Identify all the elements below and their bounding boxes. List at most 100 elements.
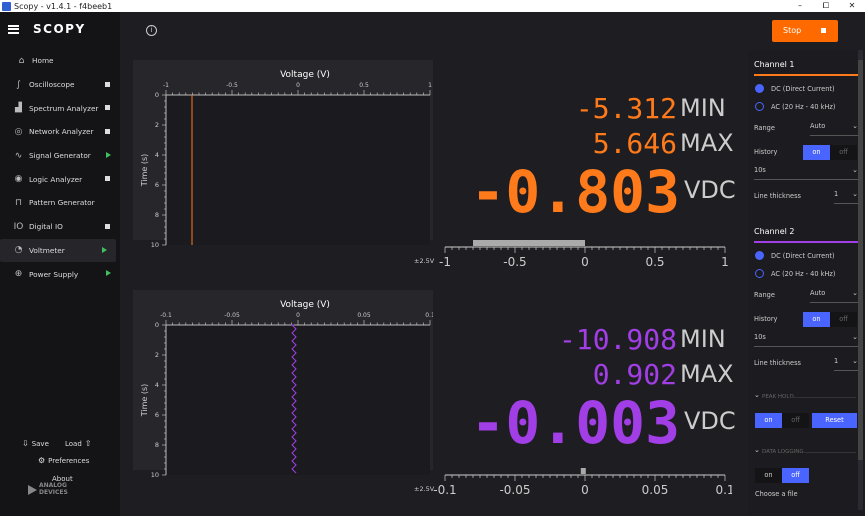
channel2-title-underline — [754, 241, 858, 243]
y-tick-label: 4 — [155, 381, 159, 389]
channel2-ac-label: AC (20 Hz - 40 kHz) — [771, 270, 836, 278]
channel1-history-select[interactable]: 10s ⌄ — [754, 166, 858, 178]
channel2-dc-radio[interactable] — [755, 251, 764, 260]
sidebar-item-pattern-generator[interactable]: ⊓ Pattern Generator — [0, 191, 120, 215]
thickness-underline — [834, 203, 858, 204]
logo-line-2: DEVICES — [39, 489, 68, 496]
channel1-thickness-select[interactable]: 1 ⌄ — [834, 190, 858, 202]
sidebar-item-home[interactable]: ⌂ Home — [0, 49, 120, 73]
scale-tick-label: 0.05 — [642, 483, 669, 497]
tool-stopped-icon — [105, 81, 110, 87]
tool-stopped-icon — [105, 129, 110, 135]
peak-hold-on[interactable]: on — [755, 413, 782, 428]
sidebar-item-logic-analyzer[interactable]: ◉ Logic Analyzer — [0, 167, 120, 191]
peak-hold-divider — [788, 397, 856, 398]
sidebar-item-label: Power Supply — [29, 269, 79, 279]
range-value: Auto — [810, 289, 826, 297]
channel1-ac-radio[interactable] — [755, 102, 764, 111]
sidebar-item-spectrum-analyzer[interactable]: ▟ Spectrum Analyzer — [0, 96, 120, 120]
x-tick-label: -0.1 — [160, 312, 172, 319]
channel1-dc-radio[interactable] — [755, 84, 764, 93]
chevron-down-icon[interactable]: ⌄ — [754, 446, 760, 454]
stop-button[interactable]: Stop — [772, 20, 838, 42]
sidebar-item-network-analyzer[interactable]: ◎ Network Analyzer — [0, 120, 120, 144]
data-logging-toggle[interactable]: on off — [755, 468, 809, 483]
channel2-thickness-label: Line thickness — [754, 359, 801, 367]
tool-nav: ⌂ Home ∫ Oscilloscope ▟ Spectrum Analyzer ◎ N… — [0, 49, 120, 286]
channel1-range-select[interactable]: Auto ⌄ — [810, 122, 858, 134]
max-label: MAX — [680, 360, 734, 388]
y-tick-label: 6 — [155, 411, 159, 419]
load-button[interactable]: Load ⇧ — [65, 439, 92, 448]
scale-tick-label: -0.05 — [499, 483, 530, 497]
app-icon — [2, 1, 11, 11]
pattern-generator-icon: ⊓ — [14, 197, 23, 208]
channel2-history-toggle[interactable]: on off — [803, 312, 857, 327]
close-icon[interactable]: ✕ — [839, 0, 865, 12]
hamburger-menu-icon[interactable] — [8, 24, 19, 34]
save-button[interactable]: ⇩ Save — [22, 439, 49, 448]
settings-scrollbar[interactable] — [858, 50, 863, 510]
maximize-icon[interactable]: ⧠ — [813, 0, 839, 12]
chevron-down-icon[interactable]: ⌄ — [754, 391, 760, 399]
sidebar-item-oscilloscope[interactable]: ∫ Oscilloscope — [0, 73, 120, 97]
channel2-history-select[interactable]: 10s ⌄ — [754, 333, 858, 345]
scrollbar-thumb[interactable] — [858, 60, 863, 460]
sidebar-item-label: Digital IO — [29, 222, 63, 232]
tool-stopped-icon — [105, 105, 110, 111]
window-title: Scopy - v1.4.1 - f4beeb1 — [14, 1, 113, 11]
network-analyzer-icon: ◎ — [14, 126, 23, 137]
minimize-icon[interactable]: – — [787, 0, 813, 12]
thickness-value: 1 — [834, 190, 839, 198]
sidebar-item-power-supply[interactable]: ⊕ Power Supply — [0, 262, 120, 286]
data-logging-on[interactable]: on — [755, 468, 782, 483]
channel2-ac-radio[interactable] — [755, 269, 764, 278]
tool-running-icon — [106, 270, 111, 277]
stop-square-icon — [821, 28, 826, 33]
tool-stopped-icon — [105, 223, 110, 229]
gear-icon: ⚙ — [38, 456, 46, 465]
measured-value: -0.803 — [470, 158, 680, 226]
channel-2-plot: Voltage (V) -0.1 -0.05 0 0.05 0.1 0 2 4 6 8 10 Time … — [133, 290, 433, 479]
reset-button[interactable]: Reset — [812, 413, 857, 428]
scale-range-label: ±2.5V — [414, 257, 435, 265]
brand: SCOPY — [8, 22, 86, 36]
sidebar-item-voltmeter[interactable]: ◔ Voltmeter — [0, 238, 116, 263]
plot-svg: Voltage (V)-1 -0.5 0 0.5 10246810Time (s) — [140, 70, 432, 249]
data-logging-divider — [804, 452, 856, 453]
plot-area — [166, 325, 430, 475]
info-icon[interactable]: i — [146, 25, 157, 36]
channel-1-plot: Voltage (V) -1 -0.5 0 0.5 1 0 2 4 6 8 10 Time (s) — [133, 60, 433, 249]
sidebar-item-digital-io[interactable]: IO Digital IO — [0, 215, 120, 239]
sidebar-item-label: Network Analyzer — [29, 127, 94, 137]
scopy-window: Scopy - v1.4.1 - f4beeb1 – ⧠ ✕ SCOPY ⌂ H… — [0, 0, 865, 516]
channel1-history-toggle[interactable]: on off — [803, 145, 857, 160]
x-tick-label: -0.5 — [226, 82, 238, 89]
analog-devices-logo: ANALOG DEVICES — [28, 482, 88, 502]
channel1-thickness-label: Line thickness — [754, 192, 801, 200]
tool-running-icon — [102, 246, 107, 253]
scale-tick-label: 0 — [581, 483, 589, 497]
x-tick-label: 0 — [296, 82, 300, 89]
history-on[interactable]: on — [803, 145, 830, 160]
sidebar-item-signal-generator[interactable]: ∿ Signal Generator — [0, 144, 120, 168]
unit-label: VDC — [684, 176, 736, 204]
history-off[interactable]: off — [830, 145, 857, 160]
channel2-range-label: Range — [754, 291, 775, 299]
history-on[interactable]: on — [803, 312, 830, 327]
channel2-thickness-select[interactable]: 1 ⌄ — [834, 357, 858, 369]
scale-tick-label: 0 — [581, 255, 589, 269]
peak-hold-toggle[interactable]: on off — [755, 413, 809, 428]
x-tick-label: 0 — [296, 312, 300, 319]
data-logging-off[interactable]: off — [782, 468, 809, 483]
settings-panel: Channel 1 DC (Direct Current) AC (20 Hz - … — [748, 50, 865, 516]
history-off[interactable]: off — [830, 312, 857, 327]
x-tick-label: 1 — [428, 82, 432, 89]
plot-title: Voltage (V) — [280, 300, 330, 310]
channel1-dc-label: DC (Direct Current) — [771, 85, 835, 93]
preferences-button[interactable]: ⚙ Preferences — [38, 456, 89, 465]
channel2-range-select[interactable]: Auto ⌄ — [810, 289, 858, 301]
peak-hold-off[interactable]: off — [782, 413, 809, 428]
y-tick-label: 2 — [155, 351, 159, 359]
history-value: 10s — [754, 166, 766, 174]
